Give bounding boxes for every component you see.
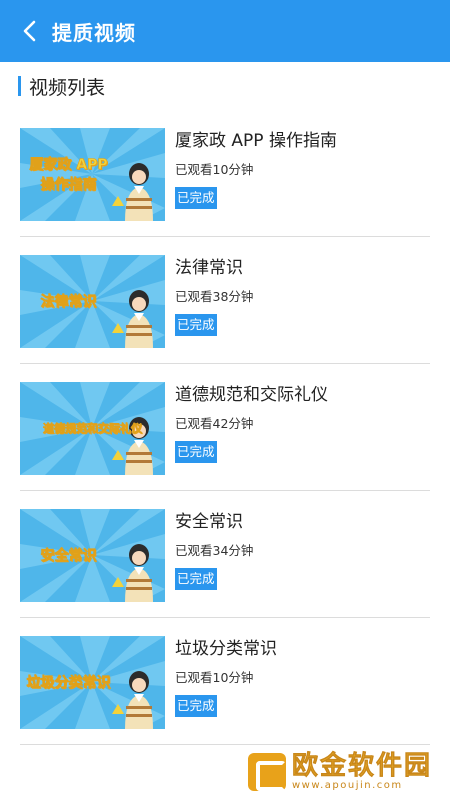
video-thumbnail[interactable]: 安全常识 (20, 509, 165, 602)
section-accent-bar (18, 76, 21, 96)
status-badge: 已完成 (175, 695, 217, 717)
video-title[interactable]: 垃圾分类常识 (175, 638, 430, 660)
thumbnail-caption: 垃圾分类常识 (26, 674, 111, 691)
video-item[interactable]: 安全常识 安全常识 已观看34分钟 已完成 (20, 491, 430, 618)
app-header: 提质视频 (0, 0, 450, 62)
video-info: 安全常识 已观看34分钟 已完成 (175, 511, 430, 590)
watched-duration: 已观看34分钟 (175, 543, 254, 558)
video-thumbnail[interactable]: 道德规范和交际礼仪 (20, 382, 165, 475)
thumbnail-caption: 厦家政 APP 操作指南 (29, 156, 108, 193)
video-info: 法律常识 已观看38分钟 已完成 (175, 257, 430, 336)
video-item[interactable]: 法律常识 法律常识 已观看38分钟 已完成 (20, 237, 430, 364)
status-badge: 已完成 (175, 187, 217, 209)
watched-duration: 已观看38分钟 (175, 289, 254, 304)
status-badge: 已完成 (175, 314, 217, 336)
status-badge: 已完成 (175, 441, 217, 463)
thumbnail-caption: 安全常识 (40, 547, 97, 564)
section-header: 视频列表 (18, 76, 105, 99)
watermark-logo-icon (248, 753, 286, 791)
video-thumbnail[interactable]: 垃圾分类常识 (20, 636, 165, 729)
page-title: 提质视频 (52, 20, 136, 45)
video-info: 厦家政 APP 操作指南 已观看10分钟 已完成 (175, 130, 430, 209)
watermark-url: www.apoujin.com (292, 780, 403, 791)
back-arrow-icon[interactable] (18, 20, 40, 42)
video-list: 厦家政 APP 操作指南 厦家政 APP 操作指南 已观看10分钟 已完成 法律… (20, 110, 430, 745)
watched-duration: 已观看10分钟 (175, 670, 254, 685)
video-thumbnail[interactable]: 法律常识 (20, 255, 165, 348)
thumbnail-caption: 道德规范和交际礼仪 (43, 421, 143, 435)
video-title[interactable]: 法律常识 (175, 257, 430, 279)
status-badge: 已完成 (175, 568, 217, 590)
video-title[interactable]: 道德规范和交际礼仪 (175, 384, 430, 406)
video-title[interactable]: 安全常识 (175, 511, 430, 533)
site-watermark: 欧金软件园 www.apoujin.com (248, 750, 444, 794)
watched-duration: 已观看10分钟 (175, 162, 254, 177)
watched-duration: 已观看42分钟 (175, 416, 254, 431)
watermark-name: 欧金软件园 (292, 751, 433, 781)
thumbnail-caption: 法律常识 (40, 293, 97, 310)
video-item[interactable]: 厦家政 APP 操作指南 厦家政 APP 操作指南 已观看10分钟 已完成 (20, 110, 430, 237)
video-info: 垃圾分类常识 已观看10分钟 已完成 (175, 638, 430, 717)
section-title: 视频列表 (29, 76, 106, 99)
video-info: 道德规范和交际礼仪 已观看42分钟 已完成 (175, 384, 430, 463)
video-item[interactable]: 垃圾分类常识 垃圾分类常识 已观看10分钟 已完成 (20, 618, 430, 745)
video-title[interactable]: 厦家政 APP 操作指南 (175, 130, 430, 152)
video-item[interactable]: 道德规范和交际礼仪 道德规范和交际礼仪 已观看42分钟 已完成 (20, 364, 430, 491)
video-thumbnail[interactable]: 厦家政 APP 操作指南 (20, 128, 165, 221)
